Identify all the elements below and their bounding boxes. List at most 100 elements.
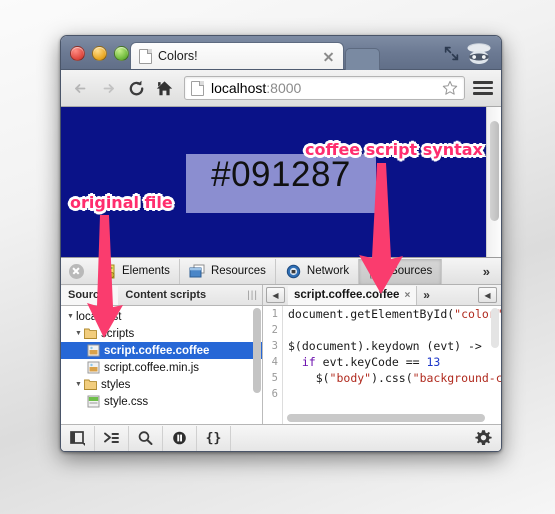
window-titlebar: Colors! — [61, 36, 501, 70]
browser-tab[interactable]: Colors! — [130, 42, 344, 69]
tree-item-script-coffee-min-js[interactable]: script.coffee.min.js — [61, 359, 262, 376]
collapse-left-icon[interactable]: ◀ — [266, 287, 285, 303]
subtab-sources[interactable]: Sources — [61, 285, 119, 305]
tab-sources[interactable]: {} Sources — [359, 258, 443, 284]
dock-panel-button[interactable] — [61, 425, 95, 451]
editor-tab-script-coffee[interactable]: script.coffee.coffee × — [288, 285, 418, 305]
home-button[interactable] — [153, 77, 176, 100]
forward-button[interactable] — [97, 77, 120, 100]
tab-resources[interactable]: Resources — [180, 258, 276, 284]
code-line: if evt.keyCode == 13 — [301, 355, 441, 369]
navigator-scrollbar-thumb[interactable] — [253, 308, 261, 393]
code-line: $("body").css("background-co — [288, 371, 501, 385]
minimize-window-button[interactable] — [92, 46, 107, 61]
fullscreen-icon[interactable] — [443, 45, 460, 62]
code-content[interactable]: document.getElementById("color") $(docum… — [283, 306, 501, 424]
editor-tabs-overflow-button[interactable]: » — [417, 288, 436, 302]
page-icon — [139, 48, 152, 64]
back-arrow-icon — [75, 83, 86, 93]
traffic-lights — [70, 46, 129, 61]
tab-sources-label: Sources — [390, 265, 433, 277]
show-console-button[interactable] — [95, 425, 129, 451]
search-icon — [138, 431, 153, 445]
chevron-down-icon[interactable]: ▼ — [65, 313, 76, 320]
subtab-content-scripts[interactable]: Content scripts — [118, 286, 213, 305]
folder-icon — [84, 328, 97, 339]
tree-item-label: styles — [101, 378, 131, 391]
reload-button[interactable] — [125, 77, 148, 100]
home-icon — [156, 80, 173, 95]
devtools-statusbar: {} — [61, 424, 501, 451]
code-line: $(document).keydown (evt) -> — [288, 339, 482, 353]
url-text: localhost:8000 — [211, 80, 442, 96]
gear-icon — [474, 429, 492, 445]
navigator-subtabs: Sources Content scripts ||| — [61, 285, 263, 305]
page-scrollbar-thumb[interactable] — [490, 121, 499, 221]
back-button[interactable] — [69, 77, 92, 100]
hamburger-menu-icon[interactable] — [473, 77, 493, 100]
chevron-down-icon[interactable]: ▼ — [73, 381, 84, 388]
forward-arrow-icon — [103, 83, 114, 93]
file-script-icon — [87, 361, 100, 374]
code-line: document.getElementById("color") — [288, 307, 501, 321]
chevron-down-icon[interactable]: ▼ — [73, 330, 84, 337]
devtools-settings-button[interactable] — [465, 426, 501, 451]
search-button[interactable] — [129, 425, 163, 451]
network-icon — [286, 264, 301, 278]
source-code-editor[interactable]: 1 2 3 4 5 6 document.getElementById("col… — [263, 306, 501, 424]
tab-resources-label: Resources — [210, 265, 266, 277]
file-script-icon — [87, 344, 100, 357]
tree-item-script-coffee-coffee[interactable]: script.coffee.coffee — [61, 342, 262, 359]
pretty-print-button[interactable]: {} — [197, 425, 231, 451]
tree-item-styles[interactable]: ▼ styles — [61, 376, 262, 393]
star-icon[interactable] — [442, 80, 458, 96]
tab-elements[interactable]: Elements — [91, 258, 180, 284]
zoom-window-button[interactable] — [114, 46, 129, 61]
devtools-more-tabs-button[interactable]: » — [472, 264, 501, 279]
collapse-right-icon[interactable]: ◀ — [478, 287, 497, 303]
close-devtools-icon[interactable] — [61, 263, 91, 279]
file-navigator[interactable]: ▼ localhost ▼ scripts script.coffee.coff… — [61, 306, 263, 424]
reload-icon — [129, 80, 144, 95]
page-icon — [191, 80, 204, 96]
tab-elements-label: Elements — [122, 265, 170, 277]
url-port: :8000 — [266, 80, 302, 96]
sources-icon: {} — [370, 264, 384, 278]
line-number: 1 — [271, 308, 278, 320]
file-css-icon — [87, 395, 100, 408]
window-right-icons — [443, 41, 494, 65]
line-number-gutter: 1 2 3 4 5 6 — [263, 306, 283, 424]
url-host: localhost — [211, 80, 267, 96]
line-number: 3 — [271, 340, 278, 352]
editor-tabbar: ◀ script.coffee.coffee × » ◀ — [263, 285, 501, 305]
tree-item-style-css[interactable]: style.css — [61, 393, 262, 410]
line-number: 2 — [271, 324, 278, 336]
pane-resize-grip[interactable]: ||| — [247, 290, 258, 301]
pause-on-exception-icon — [173, 431, 186, 445]
close-window-button[interactable] — [70, 46, 85, 61]
tree-item-scripts[interactable]: ▼ scripts — [61, 325, 262, 342]
address-bar[interactable]: localhost:8000 — [184, 76, 465, 100]
incognito-icon — [467, 43, 491, 65]
tree-item-label: localhost — [76, 310, 122, 323]
close-icon[interactable] — [322, 50, 335, 63]
dock-panel-icon — [70, 431, 85, 446]
browser-window: Colors! localhost:8000 #091287 Elements … — [60, 35, 502, 452]
editor-horizontal-scrollbar[interactable] — [287, 414, 485, 422]
tree-item-localhost[interactable]: ▼ localhost — [61, 308, 262, 325]
new-tab-button[interactable] — [345, 48, 380, 70]
pause-on-exception-button[interactable] — [163, 425, 197, 451]
line-number: 4 — [271, 356, 278, 368]
pretty-print-label: {} — [205, 430, 222, 446]
page-scrollbar[interactable] — [486, 107, 501, 257]
file-tree: ▼ localhost ▼ scripts script.coffee.coff… — [61, 306, 262, 410]
tree-item-label: scripts — [101, 327, 135, 340]
close-icon[interactable]: × — [404, 286, 410, 305]
tab-network[interactable]: Network — [276, 258, 360, 284]
editor-vertical-scrollbar[interactable] — [491, 308, 499, 348]
line-number: 5 — [271, 372, 278, 384]
folder-icon — [84, 379, 97, 390]
editor-tab-label: script.coffee.coffee — [294, 288, 400, 301]
